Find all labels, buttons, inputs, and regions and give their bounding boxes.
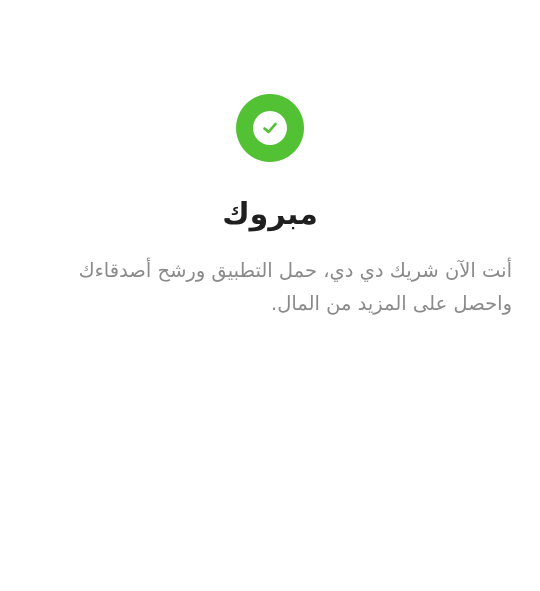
success-message: أنت الآن شريك دي دي، حمل التطبيق ورشح أص…	[78, 259, 512, 315]
success-badge	[236, 94, 304, 162]
checkmark-icon	[253, 111, 287, 145]
success-screen: مبروك أنت الآن شريك دي دي، حمل التطبيق و…	[0, 0, 540, 591]
success-title: مبروك	[222, 197, 318, 232]
